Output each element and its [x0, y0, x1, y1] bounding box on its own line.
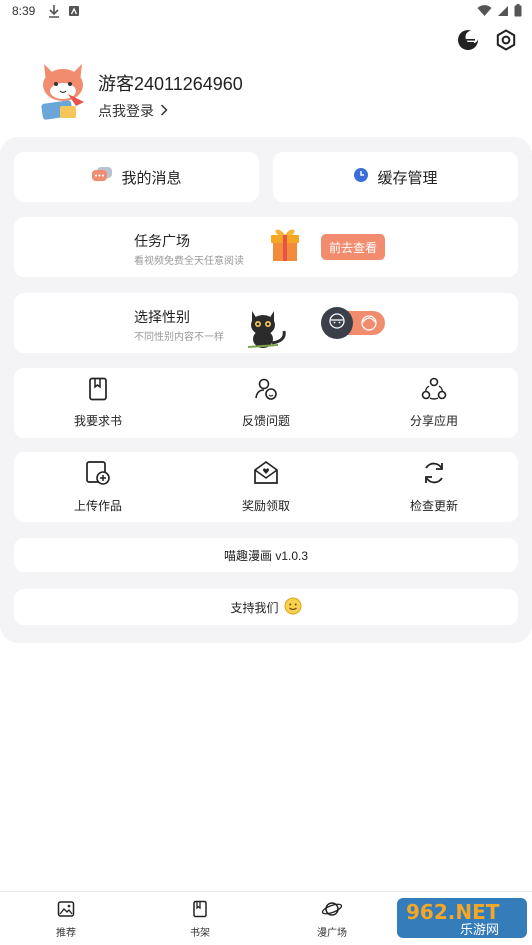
- wifi-icon: [477, 4, 492, 22]
- female-face-icon: [359, 314, 379, 332]
- feature-grid-2: 上传作品 奖励领取 检查更新: [14, 452, 518, 522]
- night-mode-button[interactable]: [456, 29, 480, 56]
- task-card[interactable]: 任务广场 看视频免费全天任意阅读 前去查看: [14, 217, 518, 277]
- share-app-button[interactable]: 分享应用: [350, 368, 518, 438]
- nav-plaza-label: 漫广场: [317, 928, 347, 939]
- nav-plaza[interactable]: 漫广场: [292, 900, 372, 939]
- toggle-knob: [321, 307, 353, 339]
- gender-subtitle: 不同性别内容不一样: [134, 332, 224, 343]
- claim-reward-button[interactable]: 奖励领取: [182, 452, 350, 522]
- cache-label: 缓存管理: [377, 169, 438, 187]
- upload-work-label: 上传作品: [73, 499, 122, 513]
- avatar[interactable]: [38, 58, 88, 122]
- clock-icon: [353, 167, 369, 187]
- login-label: 点我登录: [98, 103, 154, 119]
- battery-icon: [514, 4, 522, 22]
- gift-icon: [268, 225, 302, 263]
- profile-header: 游客24011264960 点我登录: [38, 58, 498, 128]
- status-bar: 8:39: [0, 0, 532, 24]
- status-time: 8:39: [12, 4, 36, 18]
- gender-toggle[interactable]: [321, 307, 385, 339]
- chat-bubble-icon: [91, 166, 113, 188]
- upload-icon: [85, 460, 111, 491]
- gender-card: 选择性别 不同性别内容不一样: [14, 293, 518, 353]
- share-icon: [421, 377, 447, 406]
- cache-button[interactable]: 缓存管理: [273, 152, 518, 202]
- check-update-button[interactable]: 检查更新: [350, 452, 518, 522]
- planet-icon: [321, 900, 343, 921]
- watermark-main: 962.NET: [406, 900, 500, 924]
- reward-icon: [253, 460, 279, 491]
- notification-icon: [68, 4, 80, 23]
- moon-icon: [457, 29, 479, 56]
- claim-reward-label: 奖励领取: [241, 499, 290, 513]
- feedback-icon: [254, 377, 278, 406]
- nav-recommend-label: 推荐: [56, 928, 76, 939]
- download-icon: [48, 4, 60, 23]
- feedback-label: 反馈问题: [241, 414, 290, 428]
- check-update-label: 检查更新: [409, 499, 458, 513]
- login-link[interactable]: 点我登录: [98, 101, 168, 121]
- request-book-label: 我要求书: [73, 414, 122, 428]
- male-face-icon: [328, 312, 346, 335]
- cat-illustration: [244, 305, 294, 349]
- nav-bookshelf-label: 书架: [190, 928, 210, 939]
- upload-work-button[interactable]: 上传作品: [14, 452, 182, 522]
- feedback-button[interactable]: 反馈问题: [182, 368, 350, 438]
- refresh-icon: [421, 460, 447, 491]
- support-label: 支持我们: [230, 600, 279, 615]
- task-title: 任务广场: [134, 233, 190, 249]
- site-watermark: 962.NET 乐游网: [396, 896, 528, 940]
- task-subtitle: 看视频免费全天任意阅读: [134, 256, 244, 267]
- view-task-button[interactable]: 前去查看: [321, 234, 385, 260]
- smiley-icon: [284, 597, 302, 618]
- chevron-right-icon: [160, 103, 168, 119]
- gear-icon: [495, 28, 517, 56]
- signal-icon: [497, 4, 509, 22]
- support-us-button[interactable]: 支持我们: [14, 589, 518, 625]
- username: 游客24011264960: [98, 74, 243, 94]
- nav-recommend[interactable]: 推荐: [26, 900, 106, 939]
- settings-button[interactable]: [494, 28, 518, 56]
- book-icon: [87, 377, 109, 406]
- version-info: 喵趣漫画 v1.0.3: [14, 538, 518, 572]
- messages-button[interactable]: 我的消息: [14, 152, 259, 202]
- bookshelf-icon: [191, 900, 209, 921]
- gender-title: 选择性别: [134, 309, 190, 325]
- share-app-label: 分享应用: [409, 414, 458, 428]
- nav-bookshelf[interactable]: 书架: [160, 900, 240, 939]
- feature-grid-1: 我要求书 反馈问题 分享应用: [14, 368, 518, 438]
- request-book-button[interactable]: 我要求书: [14, 368, 182, 438]
- watermark-sub: 乐游网: [460, 923, 499, 938]
- image-icon: [57, 900, 75, 921]
- messages-label: 我的消息: [121, 169, 182, 187]
